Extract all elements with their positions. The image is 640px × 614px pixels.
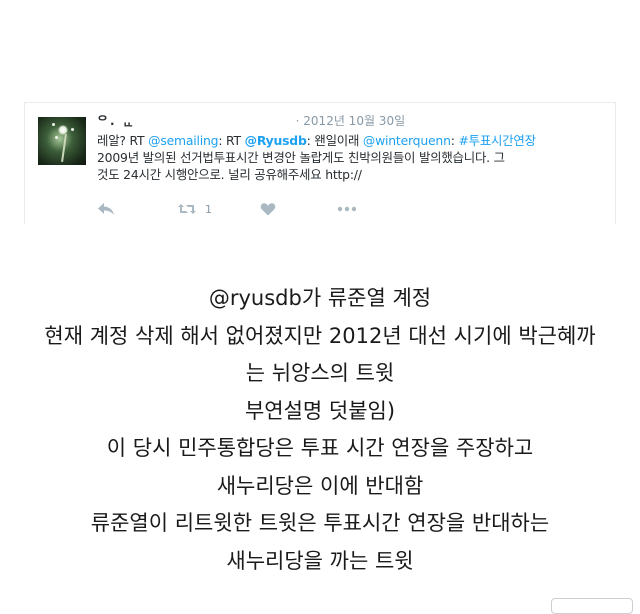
caption-line: @ryusdb가 류준열 계정 <box>208 286 432 310</box>
caption-line: 이 당시 민주통합당은 투표 시간 연장을 주장하고 <box>106 436 534 460</box>
display-name[interactable]: ᄋ. ᆫᆫ <box>97 114 136 128</box>
more-icon <box>337 206 357 212</box>
tweet-text: 레알? RT @semailing: RT @Ryusdb: 왠일이래 @win… <box>97 132 607 183</box>
mention-link[interactable]: @semailing <box>148 133 218 148</box>
retweet-icon <box>178 204 196 214</box>
avatar[interactable] <box>38 117 86 165</box>
hashtag-link[interactable]: #투표시간연장 <box>458 133 536 148</box>
tweet-date[interactable]: · 2012년 10월 30일 <box>296 114 405 128</box>
tweet-text-segment: : 왠일이래 <box>306 133 363 148</box>
caption-line: 현재 계정 삭제 해서 없어졌지만 2012년 대선 시기에 박근혜까 <box>44 323 596 348</box>
caption-line: 부연설명 덧붙임) <box>244 398 396 423</box>
seed-dot <box>71 128 74 131</box>
reply-button[interactable] <box>97 199 115 219</box>
heart-icon <box>260 203 276 216</box>
caption-line: 는 뉘앙스의 트윗 <box>245 361 395 385</box>
tweet-text-segment: : RT <box>218 133 245 148</box>
tweet-text-line: 레알? RT @semailing: RT @Ryusdb: 왠일이래 @win… <box>97 132 607 149</box>
like-button[interactable] <box>260 199 276 219</box>
seed-dot <box>55 136 58 139</box>
tweet-card[interactable]: ᄋ. ᆫᆫ · 2012년 10월 30일 레알? RT @semailing:… <box>24 102 616 224</box>
tweet-header: ᄋ. ᆫᆫ · 2012년 10월 30일 <box>97 112 405 129</box>
retweet-count: 1 <box>205 202 212 216</box>
caption-text: @ryusdb가 류준열 계정 현재 계정 삭제 해서 없어졌지만 2012년 … <box>0 280 640 580</box>
caption-line: 새누리당은 이에 반대함 <box>216 473 424 498</box>
caption-line: 새누리당을 까는 트윗 <box>226 548 414 573</box>
dandelion-stem <box>61 133 67 163</box>
caption-line: 류준열이 리트윗한 트윗은 투표시간 연장을 반대하는 <box>90 511 550 535</box>
mention-link[interactable]: @winterquenn <box>363 133 451 148</box>
more-button[interactable] <box>337 199 357 219</box>
corner-button[interactable] <box>551 598 633 614</box>
seed-dot <box>52 123 55 126</box>
mention-link[interactable]: @Ryusdb <box>245 133 307 148</box>
tweet-text-line: 2009년 발의된 선거법투표시간 변경안 놀랍게도 친박의원들이 발의했습니다… <box>97 150 505 165</box>
reply-icon <box>98 203 114 215</box>
tweet-actions: 1 <box>97 199 417 219</box>
tweet-text-line: 것도 24시간 시행안으로. 널리 공유해주세요 http:// <box>97 167 362 182</box>
retweet-button[interactable]: 1 <box>177 199 212 219</box>
tweet-text-segment: 레알? RT <box>97 133 149 148</box>
